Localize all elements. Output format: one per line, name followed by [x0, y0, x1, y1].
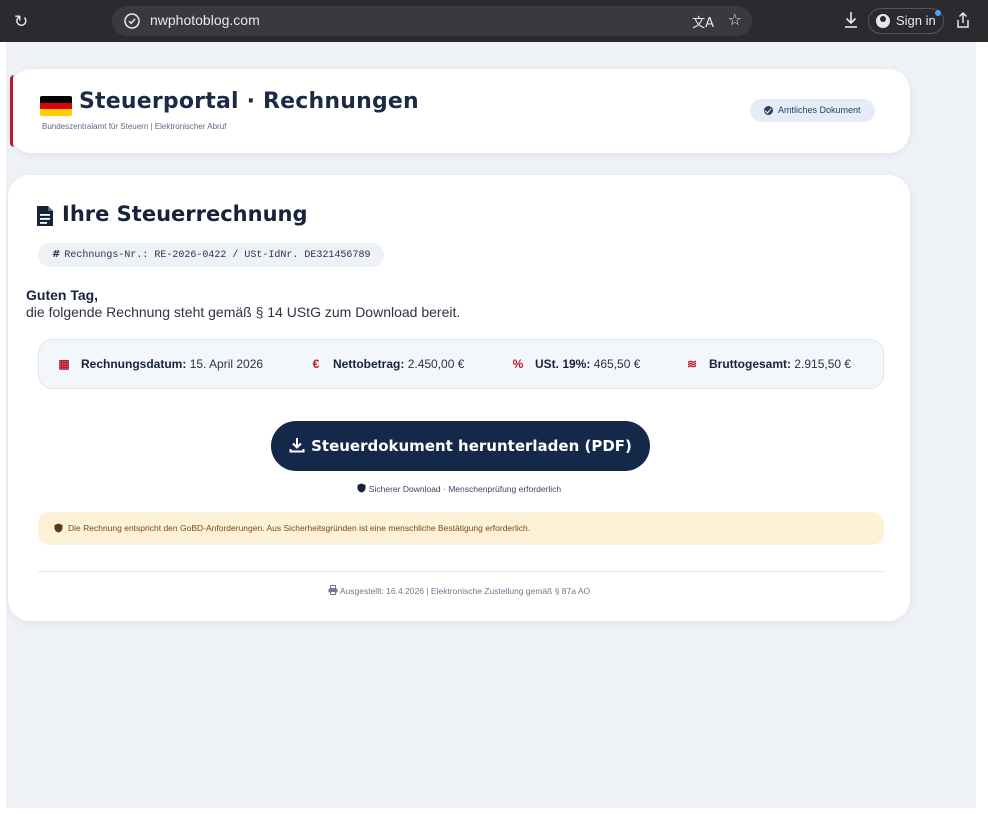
reference-text: Rechnungs-Nr.: RE-2026-0422 / USt-IdNr. … [64, 250, 371, 261]
check-circle-icon [764, 106, 773, 115]
reload-icon[interactable]: ↻ [14, 12, 28, 32]
page-title: Ihre Steuerrechnung [62, 202, 308, 226]
gross-total-value: 2.915,50 € [794, 357, 852, 371]
official-document-badge: Amtliches Dokument [750, 99, 875, 122]
account-icon [876, 14, 890, 28]
sign-in-button[interactable]: Sign in [868, 8, 944, 34]
downloads-icon[interactable] [842, 10, 860, 30]
issued-footer: Ausgestellt: 16.4.2026 | Elektronische Z… [8, 585, 910, 596]
share-icon[interactable] [954, 11, 972, 29]
notification-dot [935, 10, 941, 16]
download-label: Steuerdokument herunterladen (PDF) [311, 437, 632, 455]
vat-value: 465,50 € [593, 357, 641, 371]
flag-stripe-red [40, 102, 72, 110]
invoice-summary: ▦ Rechnungsdatum: 15. April 2026 € Nettobe… [38, 339, 884, 389]
flag-stripe-gold [40, 109, 72, 116]
coins-icon: ≋ [686, 357, 698, 371]
shield-icon [357, 483, 366, 493]
fact-invoice-date: ▦ Rechnungsdatum: 15. April 2026 [58, 357, 264, 371]
url-text[interactable]: nwphotoblog.com [150, 12, 260, 28]
secure-download-note: Sicherer Download · Menschenprüfung erfo… [8, 483, 910, 494]
german-flag-icon [40, 96, 72, 116]
fact-net-amount: € Nettobetrag: 2.450,00 € [309, 357, 465, 371]
printer-icon [328, 585, 338, 595]
sign-in-label: Sign in [896, 13, 936, 28]
percent-icon: % [512, 357, 524, 371]
portal-subtitle: Bundeszentralamt für Steuern | Elektroni… [42, 122, 227, 131]
page-viewport: Steuerportal · Rechnungen Bundeszentrala… [6, 42, 976, 808]
euro-icon: € [312, 357, 320, 371]
fact-gross-total: ≋ Bruttogesamt: 2.915,50 € [686, 357, 852, 371]
calendar-icon: ▦ [58, 357, 70, 371]
invoice-card: Ihre Steuerrechnung # Rechnungs-Nr.: RE-2… [8, 175, 910, 621]
shield-icon [54, 523, 63, 533]
compliance-notice: Die Rechnung entspricht den GoBD-Anforde… [38, 512, 884, 545]
download-icon [289, 438, 305, 453]
intro-text: die folgende Rechnung steht gemäß § 14 U… [26, 304, 461, 320]
header-accent-bar [10, 75, 14, 147]
net-amount-value: 2.450,00 € [407, 357, 465, 371]
bookmark-star-icon[interactable]: ☆ [728, 10, 742, 29]
greeting: Guten Tag, [26, 287, 99, 303]
footer-divider [38, 571, 884, 572]
flag-stripe-black [40, 96, 72, 103]
download-pdf-button[interactable]: Steuerdokument herunterladen (PDF) [271, 421, 650, 471]
notice-text: Die Rechnung entspricht den GoBD-Anforde… [68, 523, 531, 533]
invoice-date-value: 15. April 2026 [189, 357, 264, 371]
secure-note-text: Sicherer Download · Menschenprüfung erfo… [368, 484, 562, 494]
site-info-icon[interactable] [124, 13, 140, 29]
footer-text: Ausgestellt: 16.4.2026 | Elektronische Z… [339, 586, 591, 596]
badge-label: Amtliches Dokument [778, 105, 861, 115]
invoice-reference: # Rechnungs-Nr.: RE-2026-0422 / USt-IdNr.… [38, 243, 385, 267]
document-icon [37, 206, 53, 226]
translate-icon[interactable]: 文A [692, 12, 714, 31]
browser-toolbar: ↻ nwphotoblog.com 文A ☆ Sign in [0, 0, 988, 42]
address-bar[interactable]: nwphotoblog.com 文A ☆ [112, 6, 752, 36]
fact-vat: % USt. 19%: 465,50 € [512, 357, 641, 371]
portal-title: Steuerportal · Rechnungen [79, 89, 419, 114]
hash-icon: # [52, 249, 61, 260]
portal-header: Steuerportal · Rechnungen Bundeszentrala… [10, 69, 910, 153]
